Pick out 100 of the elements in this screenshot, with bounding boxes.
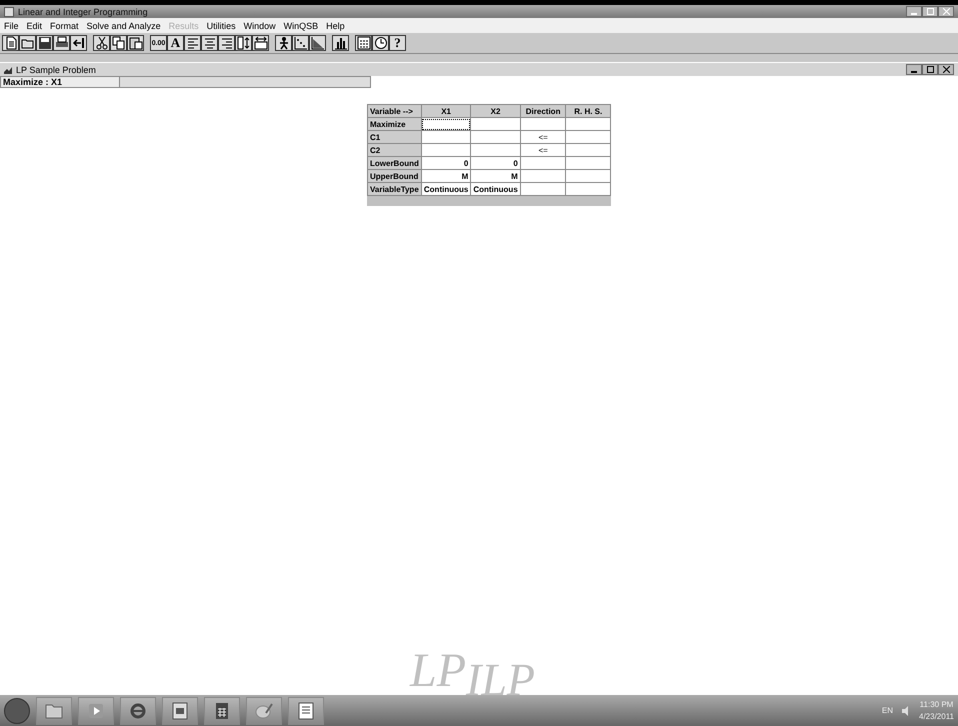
menu-item[interactable]: File [4, 20, 19, 30]
logo-subscript: ILP [466, 657, 536, 703]
row-header[interactable]: LowerBound [368, 156, 422, 170]
table-cell[interactable] [470, 118, 520, 130]
toolbar-button[interactable]: ? [389, 35, 406, 51]
table-cell[interactable] [421, 144, 471, 156]
menu-item[interactable]: Edit [26, 20, 42, 30]
table-cell[interactable]: <= [520, 130, 566, 144]
taskbar-button[interactable] [78, 696, 114, 724]
toolbar-button[interactable] [93, 35, 110, 51]
toolbar-button[interactable] [36, 35, 53, 51]
new-file-icon [4, 36, 18, 50]
taskbar-button[interactable] [120, 696, 156, 724]
close-button[interactable] [938, 6, 954, 17]
column-header: X2 [470, 104, 520, 118]
calculator-icon [356, 36, 370, 50]
toolbar-button[interactable] [252, 35, 269, 51]
table-cell[interactable] [520, 118, 566, 130]
menu-item[interactable]: Solve and Analyze [86, 20, 161, 30]
table-cell[interactable] [470, 144, 520, 156]
table-cell[interactable] [421, 130, 471, 144]
close-button[interactable] [938, 64, 954, 75]
table-cell[interactable]: M [470, 170, 520, 182]
maximize-button[interactable] [922, 64, 938, 75]
toolbar-button[interactable] [292, 35, 309, 51]
exit-icon [72, 36, 86, 50]
table-cell[interactable] [520, 156, 566, 170]
toolbar-button[interactable]: A [167, 35, 184, 51]
toolbar-button[interactable] [127, 35, 144, 51]
maximize-icon [926, 8, 934, 15]
row-header[interactable]: C1 [368, 130, 422, 144]
taskbar-button[interactable] [204, 696, 240, 724]
table-cell[interactable]: Continuous [470, 182, 520, 196]
logo-text: LP [410, 647, 466, 695]
paste-icon [128, 36, 142, 50]
table-cell[interactable]: 0 [421, 156, 471, 170]
table-cell[interactable]: Continuous [421, 182, 471, 196]
toolbar-button[interactable] [372, 35, 389, 51]
scatter-icon [294, 36, 308, 50]
minimize-button[interactable] [906, 64, 922, 75]
scissors-icon [94, 36, 108, 50]
save-icon [38, 36, 52, 50]
table-cell[interactable] [566, 182, 610, 196]
row-header[interactable]: UpperBound [368, 170, 422, 182]
align-left-icon [186, 36, 200, 50]
taskbar-button[interactable] [288, 696, 324, 724]
close-icon [942, 66, 950, 73]
clock-icon [374, 36, 388, 50]
table-cell[interactable] [520, 170, 566, 182]
column-header: R. H. S. [566, 104, 610, 118]
document-icon[interactable] [296, 700, 316, 720]
toolbar-button[interactable] [309, 35, 326, 51]
taskbar-button[interactable] [162, 696, 198, 724]
toolbar-button[interactable] [235, 35, 252, 51]
maximize-button[interactable] [922, 6, 938, 17]
table-cell[interactable]: M [421, 170, 471, 182]
start-button[interactable] [4, 698, 30, 724]
area-chart-icon [310, 36, 324, 50]
menu-item[interactable]: Utilities [206, 20, 236, 30]
globe-icon[interactable] [128, 700, 148, 720]
table-cell[interactable] [520, 182, 566, 196]
maximize-icon [926, 66, 934, 73]
menu-item[interactable]: Window [244, 20, 276, 30]
toolbar-button[interactable] [201, 35, 218, 51]
menu-item[interactable]: Help [326, 20, 345, 30]
toolbar-button[interactable] [355, 35, 372, 51]
table-cell[interactable] [566, 144, 610, 156]
toolbar-button[interactable] [184, 35, 201, 51]
toolbar-button[interactable] [70, 35, 87, 51]
table-cell[interactable] [566, 130, 610, 144]
toolbar-button[interactable] [218, 35, 235, 51]
table-cell[interactable] [421, 118, 471, 130]
table-cell[interactable] [566, 118, 610, 130]
objective-label: Maximize : X1 [0, 76, 120, 88]
row-header[interactable]: Maximize [368, 118, 422, 130]
toolbar-button[interactable] [332, 35, 349, 51]
speaker-icon[interactable] [901, 706, 911, 716]
window-title: Linear and Integer Programming [18, 6, 148, 16]
row-header[interactable]: VariableType [368, 182, 422, 196]
table-cell[interactable] [566, 170, 610, 182]
palette-icon[interactable] [254, 700, 274, 720]
toolbar-button[interactable] [2, 35, 19, 51]
taskbar-button[interactable] [36, 696, 72, 724]
toolbar-button[interactable] [110, 35, 127, 51]
menu-item[interactable]: Format [50, 20, 79, 30]
table-cell[interactable] [566, 156, 610, 170]
document-icon[interactable] [170, 700, 190, 720]
toolbar-button[interactable] [275, 35, 292, 51]
toolbar-button[interactable] [19, 35, 36, 51]
table-cell[interactable] [470, 130, 520, 144]
clock[interactable]: 11:30 PM 4/23/2011 [919, 700, 954, 721]
table-cell[interactable]: 0 [470, 156, 520, 170]
minimize-button[interactable] [906, 6, 922, 17]
row-height-icon [236, 36, 250, 50]
toolbar-button[interactable] [53, 35, 70, 51]
menu-item[interactable]: WinQSB [284, 20, 318, 30]
row-header[interactable]: C2 [368, 144, 422, 156]
table-cell[interactable]: <= [520, 144, 566, 156]
print-icon [54, 36, 68, 50]
column-header: Direction [520, 104, 566, 118]
